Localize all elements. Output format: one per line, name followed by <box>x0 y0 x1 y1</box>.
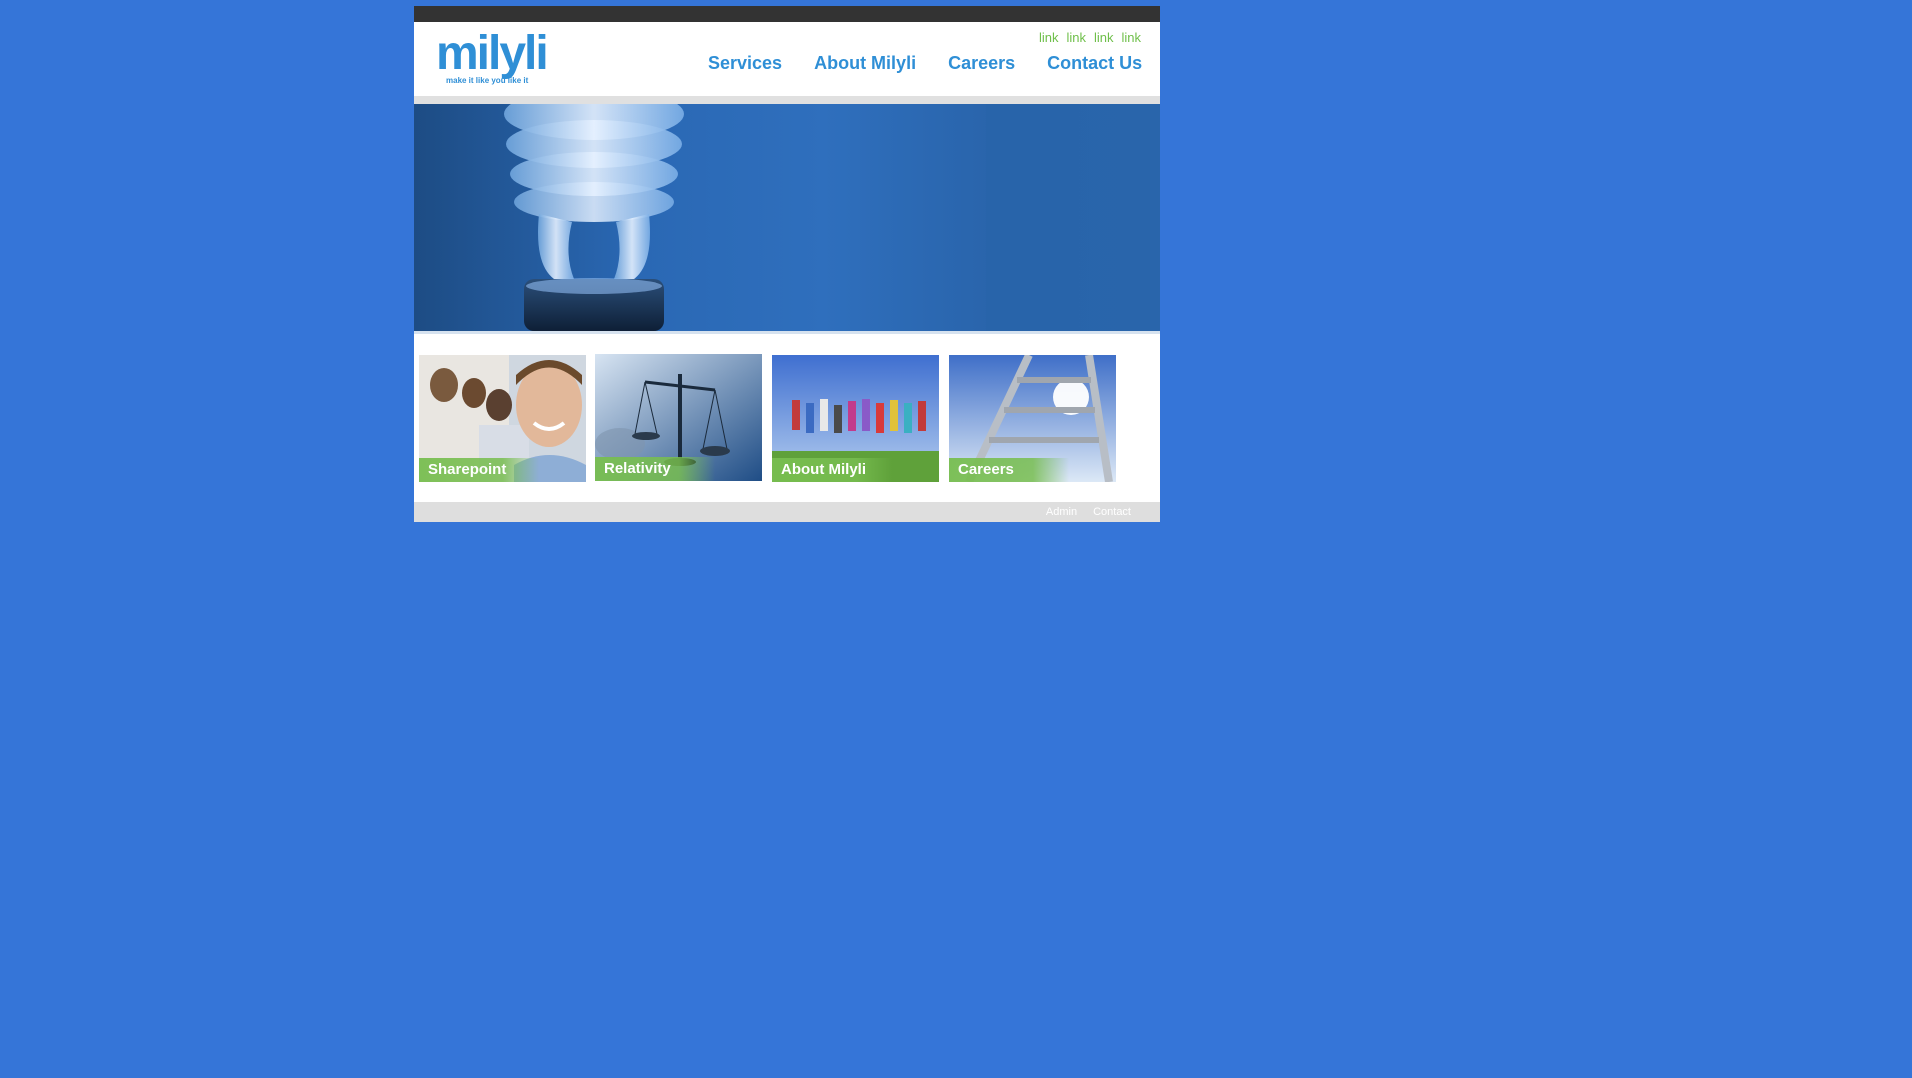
utility-links: link link link link <box>1039 30 1141 45</box>
nav-services[interactable]: Services <box>708 53 782 74</box>
footer: Admin Contact <box>414 502 1160 522</box>
top-bar <box>414 6 1160 22</box>
nav-about-milyli[interactable]: About Milyli <box>814 53 916 74</box>
page-container: milyli make it like you like it link lin… <box>414 6 1160 522</box>
tile-label: Careers <box>958 461 1014 478</box>
header: milyli make it like you like it link lin… <box>414 22 1160 96</box>
tile-about-milyli[interactable]: About Milyli <box>772 355 939 482</box>
tile-label-bg: Sharepoint <box>419 458 539 482</box>
footer-links: Admin Contact <box>1046 506 1131 518</box>
nav-contact-us[interactable]: Contact Us <box>1047 53 1142 74</box>
lightbulb-image <box>504 104 684 331</box>
feature-tiles: Sharepoint Relativity About Milyli Caree… <box>414 354 1160 482</box>
hero-banner <box>414 104 1160 331</box>
tile-label-bg: Careers <box>949 458 1069 482</box>
tile-sharepoint[interactable]: Sharepoint <box>419 355 586 482</box>
tile-careers[interactable]: Careers <box>949 355 1116 482</box>
tile-label: Sharepoint <box>428 461 507 478</box>
footer-admin-link[interactable]: Admin <box>1046 506 1077 518</box>
hero-bottom-strip <box>414 331 1160 334</box>
util-link-1[interactable]: link <box>1039 30 1059 45</box>
tile-label-bg: Relativity <box>595 457 715 481</box>
logo-wordmark: milyli <box>436 27 549 80</box>
util-link-4[interactable]: link <box>1121 30 1141 45</box>
tile-label-bg: About Milyli <box>772 458 892 482</box>
util-link-3[interactable]: link <box>1094 30 1114 45</box>
nav-careers[interactable]: Careers <box>948 53 1015 74</box>
tile-relativity[interactable]: Relativity <box>595 354 762 481</box>
main-nav: Services About Milyli Careers Contact Us <box>708 53 1142 74</box>
hero-shade <box>986 104 1160 331</box>
footer-contact-link[interactable]: Contact <box>1093 506 1131 518</box>
tile-label: Relativity <box>604 460 671 477</box>
tile-label: About Milyli <box>781 461 866 478</box>
header-divider <box>414 96 1160 104</box>
logo-tagline: make it like you like it <box>446 76 529 85</box>
milyli-logo[interactable]: milyli make it like you like it <box>436 27 549 90</box>
util-link-2[interactable]: link <box>1066 30 1086 45</box>
